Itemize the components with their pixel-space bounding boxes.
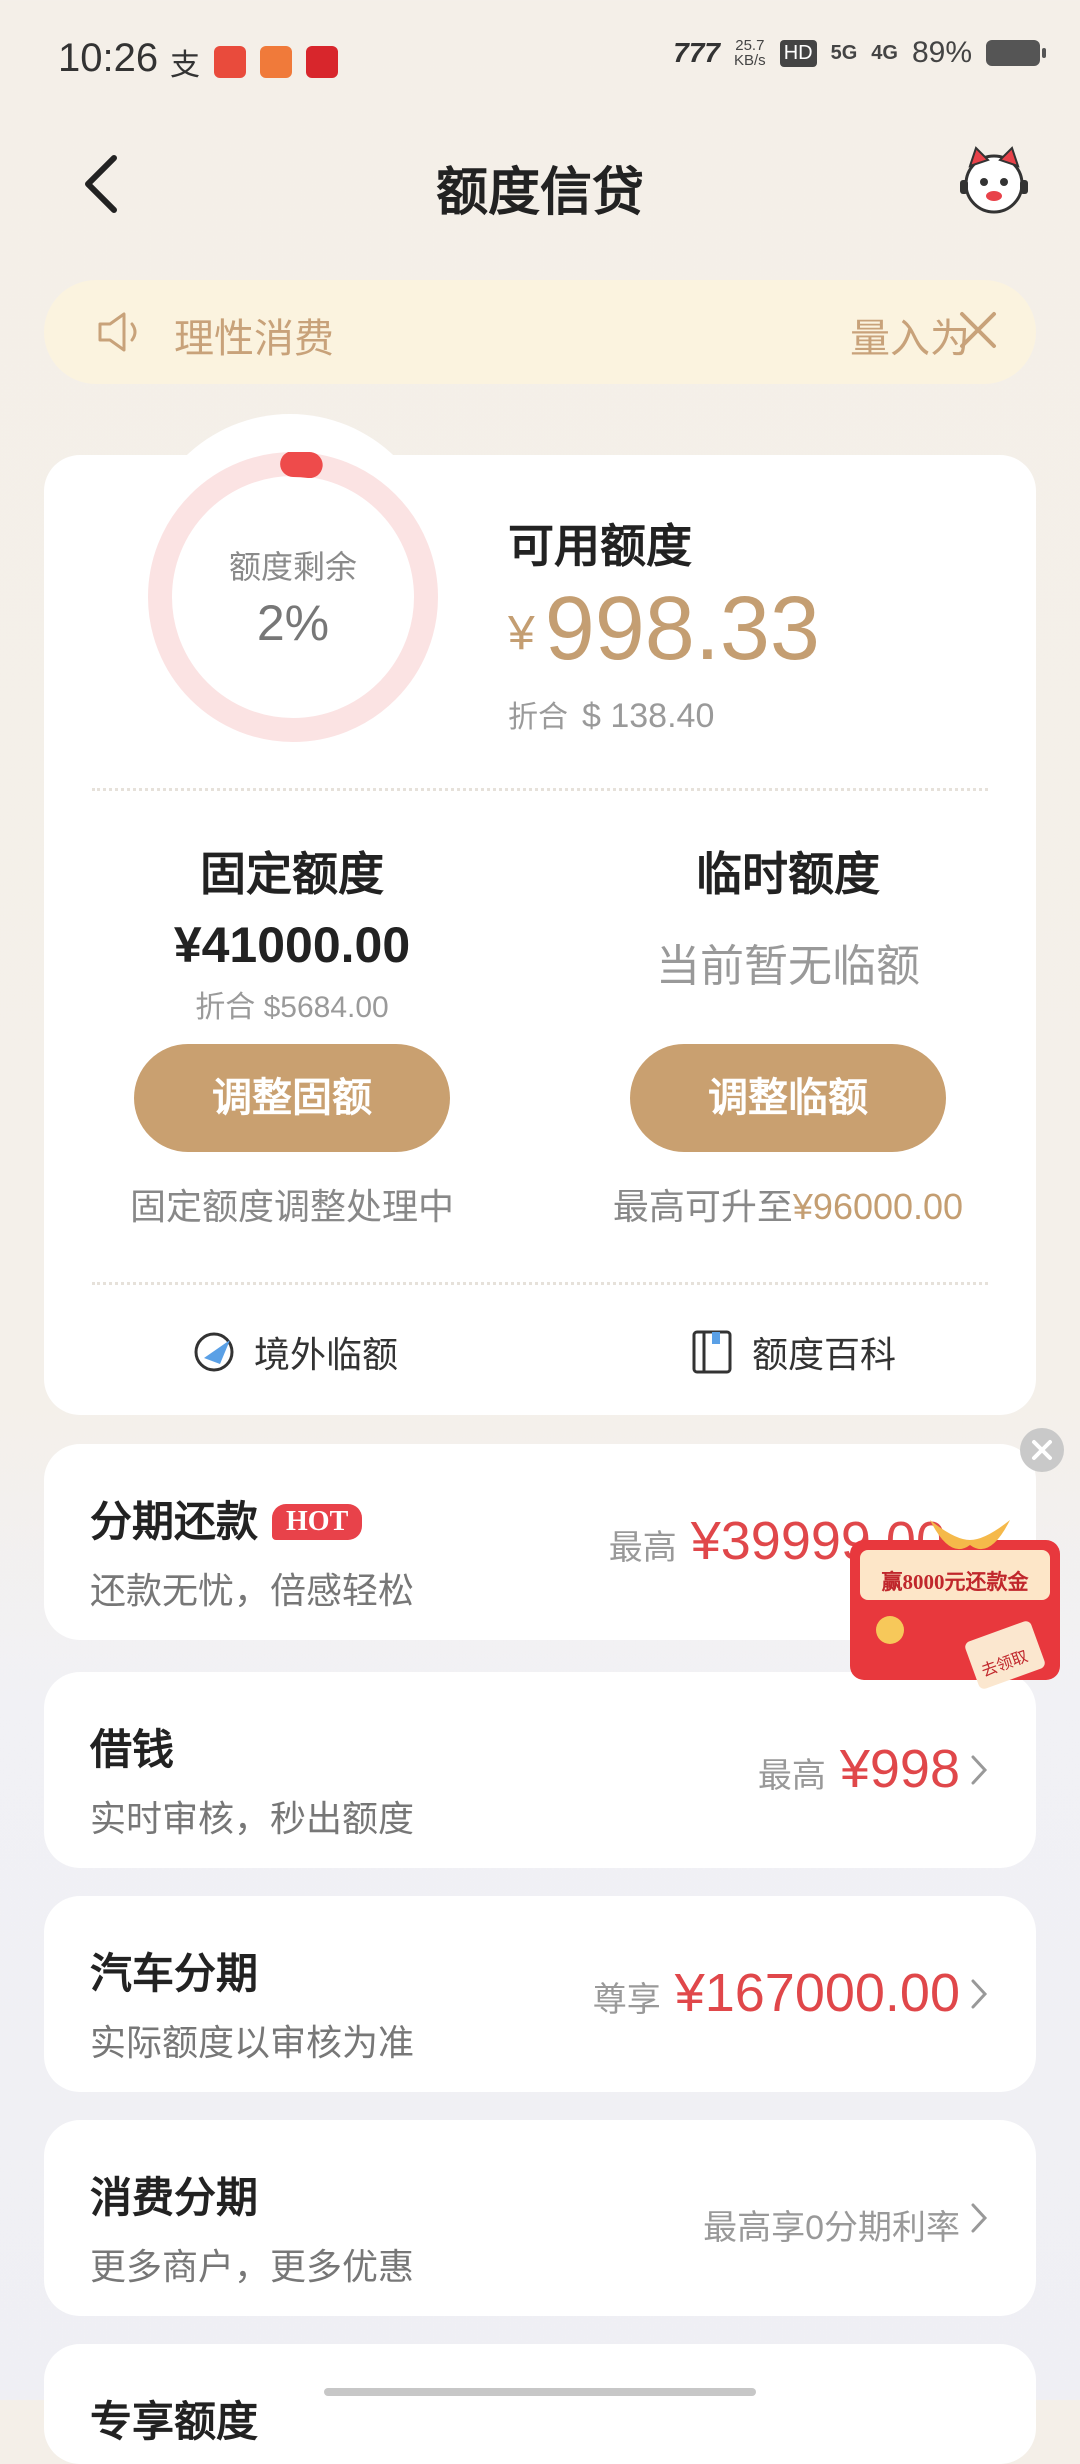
clock: 10:26 (58, 36, 159, 80)
available-label: 可用额度 (508, 520, 692, 572)
promo-red-packet[interactable]: 赢8000元还款金 去领取 (830, 1510, 1070, 1700)
promo-close-button[interactable] (1020, 1428, 1064, 1472)
cat-mascot-icon[interactable] (958, 144, 1030, 216)
chevron-right-icon (971, 2203, 988, 2233)
status-bar: 10:26 支 777 25.7 KB/s HD 5G 4G 89% (0, 0, 1080, 120)
row-value: 最高享0分期利率 (703, 2200, 960, 2249)
red-packet-icon (850, 1520, 1060, 1689)
fixed-quota-note: 固定额度调整处理中 (129, 1186, 454, 1227)
quota-wiki-label: 额度百科 (752, 1334, 897, 1375)
close-icon (1032, 1440, 1052, 1460)
available-value: 998.33 (544, 579, 820, 679)
row-plain-text: 最高享0分期利率 (703, 2209, 960, 2247)
quota-wiki-link[interactable]: 额度百科 (688, 1326, 896, 1378)
row-title-text: 分期还款 (90, 1498, 259, 1545)
chevron-right-icon (971, 1755, 988, 1785)
consumer-installment-row[interactable]: 消费分期 更多商户，更多优惠 最高享0分期利率 (44, 2120, 1036, 2316)
fixed-quota: 固定额度 ¥41000.00 折合 $5684.00 (82, 838, 502, 1026)
divider (92, 1282, 988, 1285)
notice-text-cont: 量入为 (850, 317, 970, 361)
signal-5g-icon: 5G (830, 41, 858, 64)
quota-ring-progress (280, 452, 323, 479)
currency-symbol: ¥ (508, 607, 535, 660)
row-amount: ¥998 (839, 1739, 960, 1799)
row-value: 尊享 ¥167000.00 (593, 1962, 960, 2024)
row-title: 汽车分期 (90, 1950, 259, 1997)
hd-icon: HD (779, 39, 817, 67)
close-icon[interactable] (958, 310, 998, 350)
row-title: 消费分期 (90, 2174, 259, 2221)
page-title: 额度信贷 (435, 164, 644, 222)
nav-bar: 额度信贷 (0, 130, 1080, 240)
battery-percent: 89% (911, 36, 972, 69)
fixed-quota-title: 固定额度 (200, 848, 384, 900)
available-amount: ¥998.33 (508, 578, 820, 681)
temp-note-amount: ¥96000.00 (792, 1186, 964, 1227)
plane-globe-icon (194, 1332, 234, 1372)
speaker-icon (98, 312, 137, 352)
temp-quota-none: 当前暂无临额 (656, 942, 920, 991)
available-conversion: 折合 $ 138.40 (508, 692, 714, 736)
conversion-amount: $ 138.40 (582, 697, 715, 735)
notice-banner[interactable]: 理性消费 量入为 (44, 280, 1036, 384)
row-prefix: 尊享 (592, 1981, 661, 2019)
notification-icons: 支 (170, 40, 338, 84)
nfc-icon: 777 (673, 37, 720, 68)
hot-badge: HOT (272, 1504, 363, 1540)
car-installment-row[interactable]: 汽车分期 实际额度以审核为准 尊享 ¥167000.00 (44, 1896, 1036, 2092)
app-notification-icon (306, 46, 338, 78)
app-notification-icon (260, 46, 292, 78)
fixed-quota-conversion: 折合 $5684.00 (195, 991, 389, 1024)
row-subtitle: 更多商户，更多优惠 (90, 2246, 415, 2287)
exclusive-quota-row[interactable]: 专享额度 (44, 2344, 1036, 2464)
temp-quota-note: 最高可升至¥96000.00 (568, 1178, 1008, 1230)
net-speed-unit: KB/s (734, 52, 766, 69)
row-prefix: 最高 (608, 1529, 677, 1567)
row-title: 分期还款 HOT (90, 1488, 363, 1549)
conversion-prefix: 折合 (508, 701, 568, 734)
adjust-fixed-button[interactable]: 调整固额 (134, 1044, 450, 1152)
temp-note-prefix: 最高可升至 (612, 1186, 793, 1227)
notice-text: 理性消费 (174, 317, 334, 361)
borrow-row[interactable]: 借钱 实时审核，秒出额度 最高 ¥998 (44, 1672, 1036, 1868)
row-value: 最高 ¥998 (758, 1738, 960, 1800)
row-subtitle: 实时审核，秒出额度 (90, 1798, 415, 1839)
row-subtitle: 实际额度以审核为准 (90, 2022, 415, 2063)
temp-quota: 临时额度 当前暂无临额 (578, 838, 998, 994)
home-indicator[interactable] (324, 2388, 756, 2396)
battery-icon (986, 40, 1046, 66)
row-title: 专享额度 (90, 2398, 259, 2445)
ring-label: 额度剩余 (228, 549, 357, 585)
signal-4g-icon: 4G (871, 41, 898, 64)
fixed-quota-amount: ¥41000.00 (173, 917, 411, 973)
chevron-right-icon (971, 1979, 988, 2009)
overseas-quota-label: 境外临额 (254, 1334, 399, 1375)
net-speed: 25.7 KB/s (734, 38, 766, 68)
divider (92, 788, 988, 791)
system-indicators: 777 25.7 KB/s HD 5G 4G 89% (673, 36, 1046, 70)
promo-text: 赢8000元还款金 (881, 1570, 1029, 1594)
row-prefix: 最高 (757, 1757, 826, 1795)
adjust-temp-button[interactable]: 调整临额 (630, 1044, 946, 1152)
app-notification-icon (214, 46, 246, 78)
temp-quota-title: 临时额度 (696, 848, 880, 900)
row-title: 借钱 (90, 1726, 175, 1773)
alipay-icon: 支 (170, 49, 200, 82)
book-icon (692, 1330, 732, 1374)
row-subtitle: 还款无忧，倍感轻松 (90, 1570, 415, 1611)
ring-percent: 2% (256, 595, 330, 651)
overseas-quota-link[interactable]: 境外临额 (190, 1326, 398, 1378)
row-amount: ¥167000.00 (674, 1963, 960, 2023)
